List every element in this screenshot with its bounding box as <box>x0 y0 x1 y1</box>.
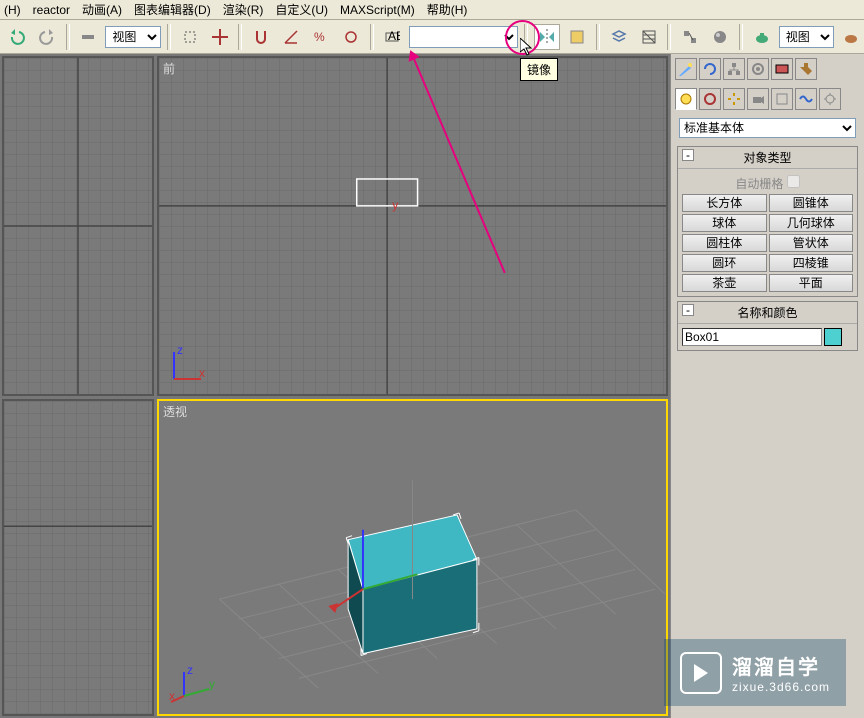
redo-button[interactable] <box>34 24 60 50</box>
cone-button[interactable]: 圆锥体 <box>769 194 854 212</box>
tab-motion[interactable] <box>747 58 769 80</box>
snap-button[interactable] <box>248 24 274 50</box>
svg-text:ABC: ABC <box>388 29 400 43</box>
mirror-tooltip: 镜像 <box>520 58 558 81</box>
rollout-header[interactable]: - 对象类型 <box>678 147 857 169</box>
plane-button[interactable]: 平面 <box>769 274 854 292</box>
menu-item[interactable]: 图表编辑器(D) <box>134 1 211 18</box>
command-panel-tabs <box>671 54 864 84</box>
sphere-button[interactable]: 球体 <box>682 214 767 232</box>
axis-gizmo-icon: z y x <box>169 664 219 704</box>
layer-button[interactable] <box>606 24 632 50</box>
box-button[interactable]: 长方体 <box>682 194 767 212</box>
move-button[interactable] <box>207 24 233 50</box>
percent-snap-button[interactable]: % <box>308 24 334 50</box>
main-toolbar: 视图 % ABC 视图 <box>0 20 864 54</box>
rollout-title: 名称和颜色 <box>737 306 797 320</box>
collapse-icon[interactable]: - <box>682 149 694 161</box>
box-geometry <box>328 480 479 655</box>
menu-item[interactable]: 渲染(R) <box>223 1 264 18</box>
torus-button[interactable]: 圆环 <box>682 254 767 272</box>
watermark-play-icon <box>680 652 722 694</box>
viewport-grid: y <box>159 58 666 394</box>
menu-item[interactable]: reactor <box>33 3 70 17</box>
viewport-persp-label: 透视 <box>163 403 187 420</box>
svg-text:x: x <box>169 689 175 703</box>
subtab-systems[interactable] <box>819 88 841 110</box>
tab-modify[interactable] <box>699 58 721 80</box>
teapot-button[interactable]: 茶壶 <box>682 274 767 292</box>
curve-editor-button[interactable] <box>636 24 662 50</box>
tab-hierarchy[interactable] <box>723 58 745 80</box>
command-panel: 标准基本体 - 对象类型 自动栅格 长方体 圆锥体 球体 几何球体 圆柱体 管状… <box>670 54 864 718</box>
menu-item[interactable]: 动画(A) <box>82 1 122 18</box>
named-sel-button[interactable]: ABC <box>380 24 406 50</box>
viewport-front-label: 前 <box>163 60 175 77</box>
viewport-front[interactable]: 前 y z x <box>157 56 668 396</box>
svg-text:y: y <box>392 198 398 212</box>
link-button[interactable] <box>76 24 102 50</box>
geometry-category-select[interactable]: 标准基本体 <box>679 118 856 138</box>
menu-item[interactable]: (H) <box>4 3 21 17</box>
perspective-scene <box>159 401 666 714</box>
cylinder-button[interactable]: 圆柱体 <box>682 234 767 252</box>
viewport-grid <box>4 401 152 714</box>
tube-button[interactable]: 管状体 <box>769 234 854 252</box>
viewport-grid <box>4 58 152 394</box>
viewport-bottom-left[interactable] <box>2 399 154 716</box>
angle-snap-button[interactable] <box>278 24 304 50</box>
watermark-title: 溜溜自学 <box>732 651 830 680</box>
object-name-input[interactable] <box>682 328 822 346</box>
svg-text:z: z <box>187 664 193 677</box>
collapse-icon[interactable]: - <box>682 304 694 316</box>
menu-item[interactable]: 自定义(U) <box>275 1 328 18</box>
viewports-area: 前 y z x 透视 <box>0 54 670 718</box>
autogrid-label: 自动栅格 <box>735 177 783 191</box>
subtab-geometry[interactable] <box>675 88 697 110</box>
svg-text:y: y <box>209 677 215 691</box>
pyramid-button[interactable]: 四棱锥 <box>769 254 854 272</box>
subtab-helpers[interactable] <box>771 88 793 110</box>
menu-item[interactable]: 帮助(H) <box>427 1 468 18</box>
material-button[interactable] <box>707 24 733 50</box>
geosphere-button[interactable]: 几何球体 <box>769 214 854 232</box>
watermark: 溜溜自学 zixue.3d66.com <box>664 639 846 706</box>
object-type-rollout: - 对象类型 自动栅格 长方体 圆锥体 球体 几何球体 圆柱体 管状体 圆环 四… <box>677 146 858 297</box>
viewport-perspective[interactable]: 透视 <box>157 399 668 716</box>
svg-text:x: x <box>199 366 205 380</box>
render-teapot-button[interactable] <box>749 24 775 50</box>
view-select-1[interactable]: 视图 <box>105 26 161 48</box>
primitive-buttons: 长方体 圆锥体 球体 几何球体 圆柱体 管状体 圆环 四棱锥 茶壶 平面 <box>682 194 853 292</box>
color-swatch[interactable] <box>824 328 842 346</box>
tab-utilities[interactable] <box>795 58 817 80</box>
svg-text:z: z <box>177 344 183 357</box>
viewport-top-left[interactable] <box>2 56 154 396</box>
axis-gizmo-icon: z x <box>169 344 209 384</box>
tab-display[interactable] <box>771 58 793 80</box>
menu-item[interactable]: MAXScript(M) <box>340 3 415 17</box>
render-button[interactable] <box>838 24 864 50</box>
rollout-header[interactable]: - 名称和颜色 <box>678 302 857 324</box>
menu-bar: (H) reactor 动画(A) 图表编辑器(D) 渲染(R) 自定义(U) … <box>0 0 864 20</box>
svg-text:%: % <box>314 30 325 44</box>
undo-button[interactable] <box>4 24 30 50</box>
autogrid-checkbox[interactable] <box>787 175 800 188</box>
selection-set-select[interactable] <box>409 26 518 48</box>
subtab-spacewarps[interactable] <box>795 88 817 110</box>
create-subtabs <box>671 84 864 114</box>
select-button[interactable] <box>177 24 203 50</box>
subtab-shapes[interactable] <box>699 88 721 110</box>
schematic-button[interactable] <box>677 24 703 50</box>
subtab-cameras[interactable] <box>747 88 769 110</box>
mirror-button[interactable] <box>534 24 560 50</box>
align-button[interactable] <box>564 24 590 50</box>
rollout-title: 对象类型 <box>743 151 791 165</box>
watermark-url: zixue.3d66.com <box>732 680 830 694</box>
view-select-2[interactable]: 视图 <box>779 26 835 48</box>
tab-create[interactable] <box>675 58 697 80</box>
name-color-rollout: - 名称和颜色 <box>677 301 858 351</box>
spinner-snap-button[interactable] <box>338 24 364 50</box>
subtab-lights[interactable] <box>723 88 745 110</box>
